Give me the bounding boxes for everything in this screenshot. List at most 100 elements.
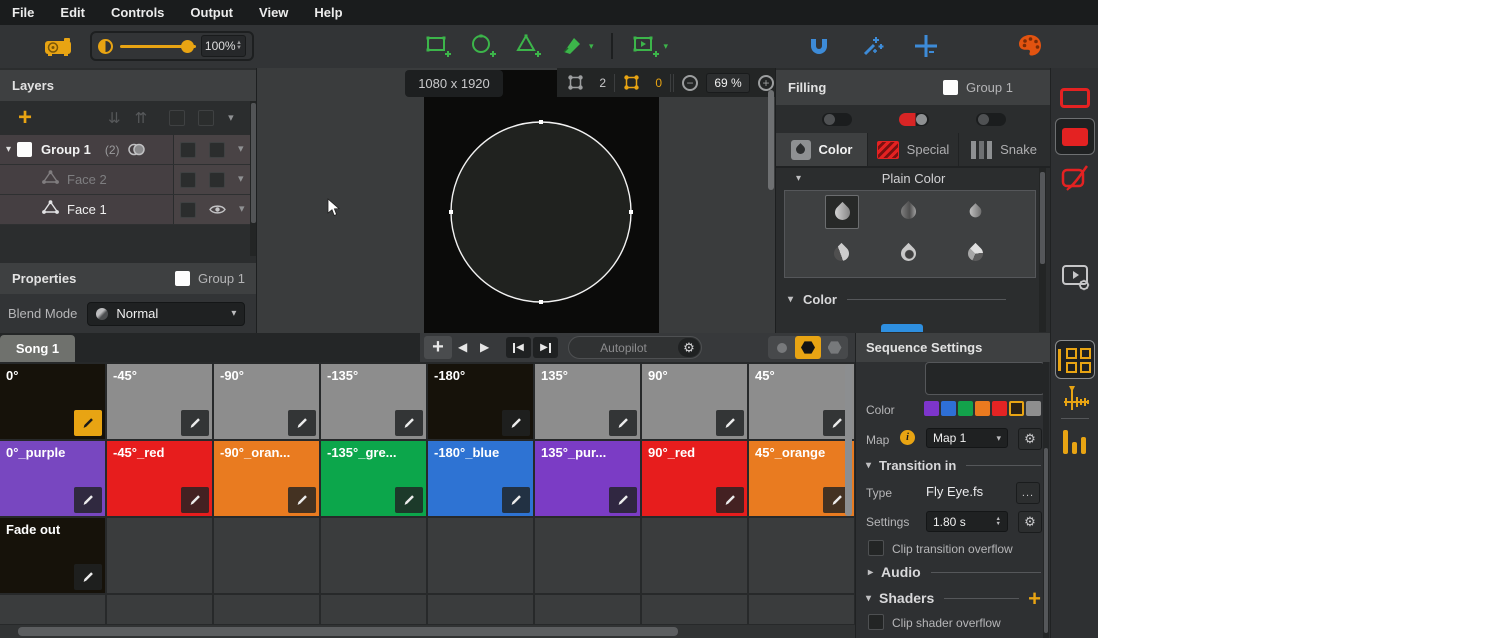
menu-output[interactable]: Output (190, 5, 233, 20)
scrollbar-thumb[interactable] (18, 627, 678, 636)
section-collapse-icon[interactable]: ▾ (788, 294, 793, 305)
add-layer-button[interactable]: + (18, 108, 32, 128)
slider-knob[interactable] (181, 40, 194, 53)
edit-cell-button[interactable] (74, 410, 102, 436)
song-tab[interactable]: Song 1 (0, 335, 75, 362)
edit-cell-button[interactable] (74, 564, 102, 590)
sequence-cell-empty[interactable] (749, 595, 854, 624)
color-swatch-3[interactable] (975, 401, 990, 416)
layer-row-face2[interactable]: Face 2 ▾ (0, 165, 250, 195)
color-swatch-4[interactable] (992, 401, 1007, 416)
mode-hex-button[interactable] (821, 341, 848, 354)
video-settings-icon[interactable] (1061, 262, 1091, 297)
droplet-style-half[interactable] (825, 237, 857, 269)
map-gear-button[interactable]: ⚙ (1018, 428, 1042, 450)
sequence-cell-empty[interactable] (642, 518, 747, 593)
skip-to-start-button[interactable]: ◀ (506, 337, 531, 358)
sequence-cell-empty[interactable] (0, 595, 105, 624)
draw-shape-icon[interactable] (1061, 164, 1091, 201)
layer-row-collapse-icon[interactable]: ▾ (238, 174, 244, 185)
grid-view-icon-selected[interactable] (1055, 340, 1095, 379)
color-swatch-5[interactable] (1009, 401, 1024, 416)
sequence-cell-45°[interactable]: 45° (749, 364, 854, 439)
zoom-in-button[interactable]: + (758, 75, 774, 91)
filling-target-checkbox[interactable] (943, 80, 958, 95)
sequence-cell-empty[interactable] (535, 518, 640, 593)
group-expander-icon[interactable]: ▾ (6, 144, 11, 155)
sequence-cell-empty[interactable] (214, 595, 319, 624)
send-backward-icon[interactable]: ⇊ (108, 109, 121, 127)
timeline-waveform-icon[interactable] (1061, 384, 1091, 419)
edit-cell-button[interactable] (502, 410, 530, 436)
sequence-cell-Fade out[interactable]: Fade out (0, 518, 105, 593)
layers-collapse-icon[interactable]: ▾ (228, 113, 234, 124)
layer-row-face1[interactable]: Face 1 ▾ (0, 195, 250, 225)
sequence-cell-empty[interactable] (107, 518, 212, 593)
sequence-cell-empty[interactable] (321, 518, 426, 593)
color-swatch-1[interactable] (941, 401, 956, 416)
droplet-style-shaded[interactable] (892, 195, 924, 227)
edit-cell-button[interactable] (609, 487, 637, 513)
sequence-cell-empty[interactable] (428, 595, 533, 624)
edit-cell-button[interactable] (395, 410, 423, 436)
sequence-cell-0°[interactable]: 0° (0, 364, 105, 439)
mode-hex-button-active[interactable] (795, 336, 821, 359)
sequence-cell-45°_orange[interactable]: 45°_orange (749, 441, 854, 516)
sequence-cell-0°_purple[interactable]: 0°_purple (0, 441, 105, 516)
sequence-cell--45°[interactable]: -45° (107, 364, 212, 439)
autopilot-field[interactable]: Autopilot ⚙ (568, 336, 702, 359)
transition-duration-spinner[interactable]: 1.80 s ▲▼ (926, 511, 1008, 532)
sequence-cell--180°_blue[interactable]: -180°_blue (428, 441, 533, 516)
sequence-notes-box[interactable] (925, 362, 1045, 395)
pen-tool-icon[interactable]: ▾ (559, 33, 594, 59)
tab-color[interactable]: Color (776, 133, 868, 166)
sequence-cell--180°[interactable]: -180° (428, 364, 533, 439)
edit-cell-button[interactable] (181, 410, 209, 436)
shaders-section-header[interactable]: ▾ Shaders + (866, 590, 1041, 606)
layer-solo-toggle[interactable] (180, 142, 196, 158)
snap-magnet-icon[interactable] (808, 35, 830, 57)
sequence-cell--90°[interactable]: -90° (214, 364, 319, 439)
sequence-cell-90°_red[interactable]: 90°_red (642, 441, 747, 516)
add-sequence-button[interactable]: + (424, 336, 452, 359)
spin-down-icon[interactable]: ▼ (236, 46, 242, 51)
clip-transition-overflow-checkbox[interactable] (868, 540, 884, 556)
crosshair-icon[interactable] (913, 33, 939, 59)
zoom-out-button[interactable]: − (682, 75, 698, 91)
grid-horizontal-scrollbar[interactable] (0, 625, 855, 638)
sequence-cell-90°[interactable]: 90° (642, 364, 747, 439)
section-expand-icon[interactable]: ▸ (868, 567, 873, 578)
autopilot-gear-button[interactable]: ⚙ (678, 338, 700, 357)
sequence-cell-empty[interactable] (749, 518, 854, 593)
zoom-level-field[interactable]: 69 % (706, 73, 750, 93)
browse-transition-button[interactable]: ... (1016, 482, 1040, 504)
layer-visibility-toggle[interactable] (209, 172, 225, 188)
led-canvas[interactable] (424, 70, 659, 333)
sequence-cell-empty[interactable] (535, 595, 640, 624)
edit-cell-button[interactable] (288, 487, 316, 513)
sequence-cell--45°_red[interactable]: -45°_red (107, 441, 212, 516)
clip-tool-icon[interactable]: ▾ (630, 32, 669, 60)
layers-toggle-all-2[interactable] (198, 110, 214, 126)
tab-snake[interactable]: Snake (959, 133, 1049, 166)
sequence-cell-empty[interactable] (428, 518, 533, 593)
section-collapse-icon[interactable]: ▾ (866, 593, 871, 604)
transition-gear-button[interactable]: ⚙ (1018, 511, 1042, 533)
color-enable-toggle[interactable] (822, 113, 852, 126)
droplet-style-split[interactable] (959, 237, 991, 269)
add-shader-button[interactable]: + (1028, 586, 1041, 612)
layer-solo-toggle[interactable] (180, 172, 196, 188)
projector-icon[interactable] (42, 33, 74, 59)
menu-help[interactable]: Help (314, 5, 342, 20)
sequence-cell--90°_oran...[interactable]: -90°_oran... (214, 441, 319, 516)
audio-section-header[interactable]: ▸ Audio (868, 564, 1041, 580)
transition-in-section-header[interactable]: ▾ Transition in (866, 458, 1041, 473)
add-rectangle-tool-icon[interactable] (424, 32, 452, 60)
sequence-cell-135°[interactable]: 135° (535, 364, 640, 439)
filling-scrollbar[interactable] (1039, 168, 1046, 332)
clip-shader-overflow-checkbox[interactable] (868, 614, 884, 630)
add-triangle-tool-icon[interactable] (514, 32, 542, 60)
menu-file[interactable]: File (12, 5, 34, 20)
layer-row-collapse-icon[interactable]: ▾ (238, 144, 244, 155)
layer-visibility-toggle[interactable] (209, 142, 225, 158)
